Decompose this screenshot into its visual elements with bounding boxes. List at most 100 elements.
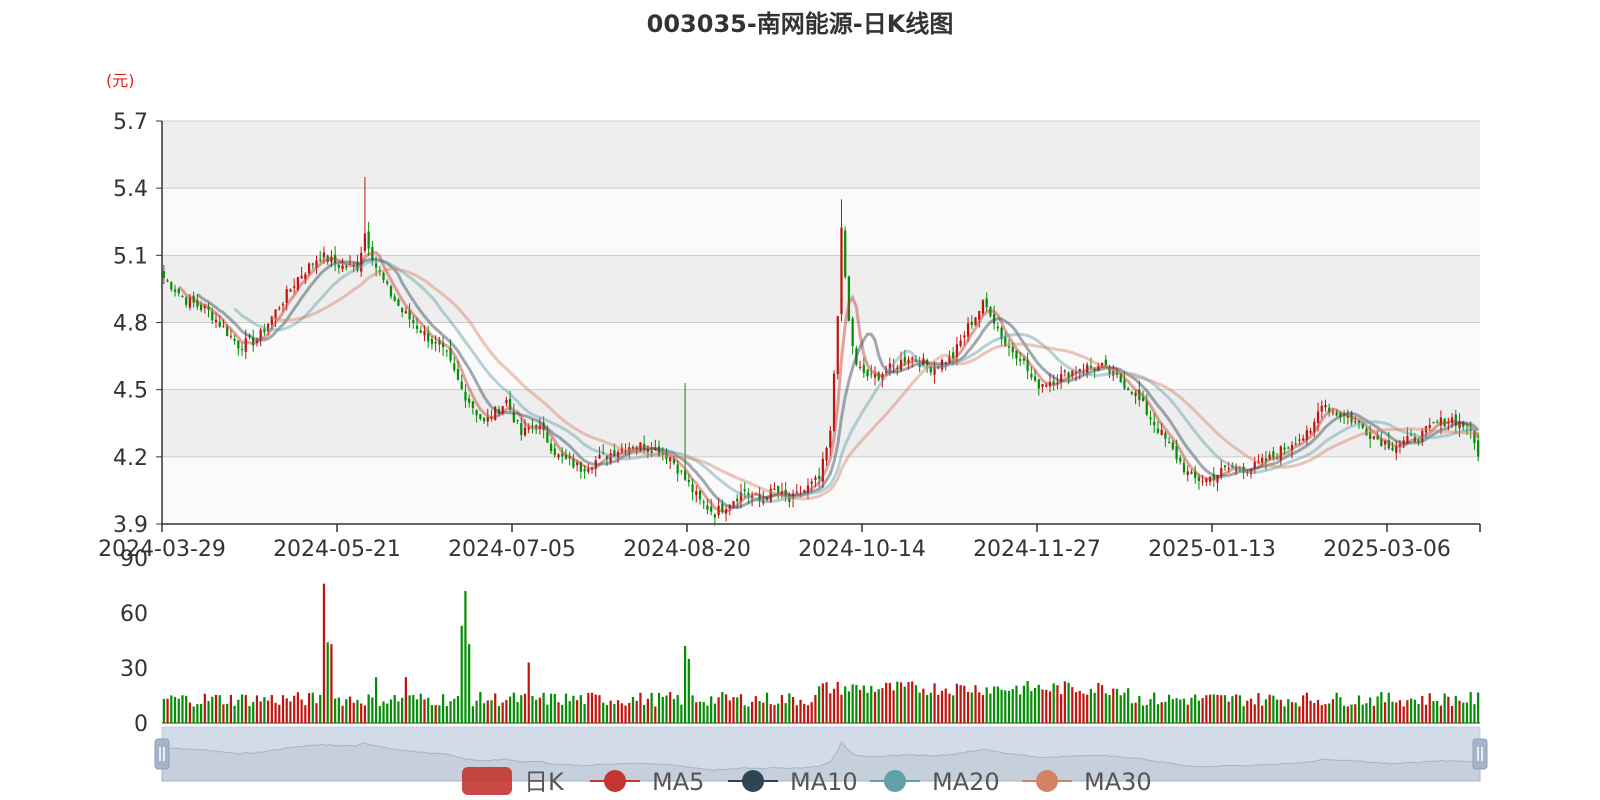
candle xyxy=(240,348,244,350)
volume-bar xyxy=(531,695,534,723)
volume-bar xyxy=(546,704,549,723)
volume-bar xyxy=(1253,704,1256,723)
legend-label[interactable]: 日K xyxy=(524,768,565,796)
volume-bar xyxy=(576,700,579,723)
volume-bar xyxy=(237,699,240,723)
volume-bar xyxy=(1316,699,1320,723)
volume-bar xyxy=(401,697,404,723)
candle xyxy=(858,366,862,368)
volume-bar xyxy=(929,692,932,723)
volume-bar xyxy=(635,700,638,723)
volume-bar xyxy=(877,689,880,723)
volume-bar xyxy=(933,683,936,723)
candle xyxy=(829,430,832,448)
volume-bar xyxy=(788,693,791,723)
volume-bar xyxy=(829,693,832,723)
volume-bar xyxy=(620,703,623,723)
volume-bar xyxy=(695,702,698,723)
volume-bar xyxy=(818,686,821,723)
candle xyxy=(687,479,690,483)
volume-bar xyxy=(326,642,329,723)
volume-bar xyxy=(609,700,612,723)
volume-bar xyxy=(1268,694,1271,723)
volume-bar xyxy=(855,684,858,723)
candle xyxy=(1309,430,1312,433)
volume-bar xyxy=(453,698,456,723)
volume-bar xyxy=(1387,692,1390,723)
volume-bar xyxy=(858,689,862,723)
volume-bar xyxy=(594,694,597,723)
legend-marker-ma10[interactable] xyxy=(742,770,764,792)
x-tick-label: 2025-03-06 xyxy=(1323,537,1451,562)
volume-bar xyxy=(307,693,311,723)
volume-bar xyxy=(728,700,731,723)
volume-bar xyxy=(1182,698,1186,723)
volume-bar xyxy=(806,705,810,723)
volume-bar xyxy=(1160,702,1163,723)
volume-bar xyxy=(348,696,352,723)
volume-bar xyxy=(1365,703,1368,723)
legend-label[interactable]: MA5 xyxy=(652,768,704,796)
volume-bar xyxy=(568,701,571,723)
volume-bar xyxy=(743,705,746,723)
legend-marker-ma5[interactable] xyxy=(604,770,626,792)
volume-bar xyxy=(1011,689,1014,723)
volume-bar xyxy=(1428,693,1431,723)
volume-bar xyxy=(1450,705,1454,723)
volume-bar xyxy=(698,701,702,723)
volume-bar xyxy=(252,702,255,723)
x-tick-label: 2024-05-21 xyxy=(273,537,401,562)
volume-bar xyxy=(233,705,236,723)
volume-bar xyxy=(769,704,772,723)
volume-bar xyxy=(512,692,515,723)
volume-bar xyxy=(825,682,828,723)
legend-marker-ma20[interactable] xyxy=(884,770,906,792)
volume-bar xyxy=(226,703,229,723)
grid-band xyxy=(162,121,1480,189)
candle xyxy=(1331,412,1335,414)
volume-bar xyxy=(218,695,221,723)
candle xyxy=(1164,432,1167,439)
volume-bar xyxy=(1231,696,1234,723)
candle xyxy=(1045,384,1048,387)
legend-marker-ma30[interactable] xyxy=(1036,770,1058,792)
volume-bar xyxy=(1417,703,1420,723)
legend-label[interactable]: MA10 xyxy=(790,768,858,796)
volume-bar xyxy=(676,694,679,723)
volume-bar xyxy=(1194,694,1197,723)
candle xyxy=(516,420,519,422)
volume-bar xyxy=(1477,692,1480,723)
candle xyxy=(523,427,527,436)
legend-label[interactable]: MA30 xyxy=(1084,768,1152,796)
candle xyxy=(1134,392,1137,396)
legend-label[interactable]: MA20 xyxy=(932,768,1000,796)
candle xyxy=(520,423,523,435)
volume-bar xyxy=(866,692,869,723)
volume-bar xyxy=(922,688,925,723)
candle xyxy=(293,286,296,288)
zoom-handle-left[interactable] xyxy=(154,738,170,770)
volume-bar xyxy=(873,691,877,723)
volume-bar xyxy=(717,697,720,723)
candle xyxy=(289,289,292,292)
volume-bar xyxy=(616,700,620,723)
legend-marker-daily-k[interactable] xyxy=(462,767,512,795)
kline-chart: 5.7 5.4 5.1 4.8 4.5 4.2 3.9 (元) 2024-03-29 2024-0… xyxy=(98,71,1488,796)
volume-bar xyxy=(955,683,959,723)
volume-bar xyxy=(762,702,765,723)
volume-bar xyxy=(810,702,813,723)
volume-bar xyxy=(1465,702,1469,723)
x-tick-label: 2024-08-20 xyxy=(623,537,751,562)
volume-bar xyxy=(1354,704,1357,723)
volume-bar xyxy=(1052,683,1055,723)
volume-bar xyxy=(1190,697,1193,723)
candle xyxy=(401,308,404,312)
zoom-handle-right[interactable] xyxy=(1472,738,1488,770)
volume-bar xyxy=(549,693,553,723)
volume-bar xyxy=(438,705,441,723)
volume-bar xyxy=(494,693,497,723)
candle xyxy=(1156,428,1160,433)
volume-bar xyxy=(542,692,545,723)
candle xyxy=(840,227,843,314)
volume-bar xyxy=(441,694,445,723)
